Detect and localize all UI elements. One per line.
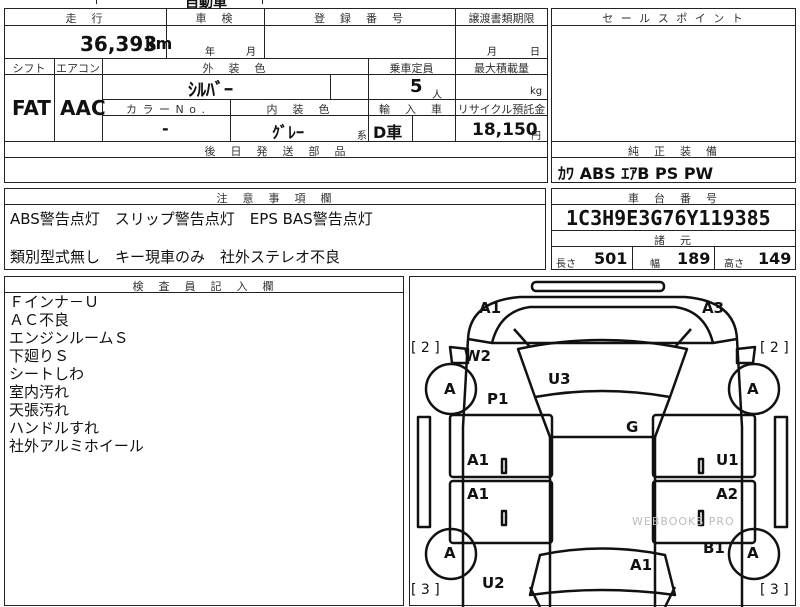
bracket-rear-left: [ 3 ] xyxy=(411,582,440,598)
inspector-notes: Ｆインナ－Ｕ ＡＣ不良 エンジンルームＳ 下廻りＳ シートしわ 室内汚れ 天張汚… xyxy=(9,293,144,455)
chassis-header: 車 台 番 号 xyxy=(628,192,719,205)
inspector-note: ハンドルすれ xyxy=(9,419,100,437)
equipment-value: ｶﾜ ABS ｴｱB PS PW xyxy=(558,164,714,183)
length-value: 501 xyxy=(594,249,628,268)
chassis-number: 1C3H9E3G76Y119385 xyxy=(566,206,771,230)
damage-mark: U1 xyxy=(716,451,739,469)
max-load-header: 最大積載量 xyxy=(474,62,529,75)
damage-mark: A1 xyxy=(467,451,490,469)
damage-mark: U3 xyxy=(548,370,571,388)
car-diagram-box: WEBBOOKS PRO xyxy=(409,276,796,607)
deadline-month-unit: 月 xyxy=(487,47,497,58)
import-value: D車 xyxy=(373,123,403,142)
sales-point-header: セ ー ル ス ポ イ ン ト xyxy=(602,12,745,25)
recycle-unit: 円 xyxy=(531,131,541,142)
notes-line-2: 類別型式無し キー現車のみ 社外ステレオ不良 xyxy=(10,248,341,266)
length-label: 長さ xyxy=(556,259,576,270)
damage-mark: A2 xyxy=(716,485,739,503)
wheel-rear-left-grade: A xyxy=(444,544,456,562)
width-label: 幅 xyxy=(650,259,660,270)
aircon-value: AAC xyxy=(60,96,106,120)
height-value: 149 xyxy=(758,249,792,268)
watermark: WEBBOOKS PRO xyxy=(632,515,735,528)
deadline-day-unit: 日 xyxy=(530,47,540,58)
capacity-header: 乗車定員 xyxy=(389,62,434,75)
inspection-year-unit: 年 xyxy=(205,47,215,58)
color-no-header: カ ラ ー N o . xyxy=(126,103,206,116)
dimensions-header: 諸 元 xyxy=(654,234,693,247)
interior-color-header: 内 装 色 xyxy=(266,103,332,116)
inspector-note: Ｆインナ－Ｕ xyxy=(9,293,100,311)
later-parts-header: 後 日 発 送 部 品 xyxy=(204,145,348,158)
inspector-header: 検 査 員 記 入 欄 xyxy=(132,280,276,293)
shift-value: FAT xyxy=(12,96,51,120)
damage-mark: A1 xyxy=(479,299,502,317)
interior-color-value: ｸﾞﾚｰ xyxy=(272,123,305,142)
damage-mark: W2 xyxy=(464,347,491,365)
interior-color-suffix: 系 xyxy=(357,131,367,142)
inspector-note: 社外アルミホイール xyxy=(9,437,144,455)
exterior-color-header: 外 装 色 xyxy=(202,62,268,75)
inspector-note: ＡＣ不良 xyxy=(9,311,70,329)
inspector-note: 天張汚れ xyxy=(9,401,70,419)
damage-mark: G xyxy=(626,418,639,436)
bracket-rear-right: [ 3 ] xyxy=(760,582,789,598)
car-outline xyxy=(416,280,789,607)
registration-header: 登 録 番 号 xyxy=(314,12,405,25)
width-value: 189 xyxy=(677,249,711,268)
wheel-rear-right-grade: A xyxy=(747,544,759,562)
wheel-front-right-grade: A xyxy=(747,380,759,398)
height-label: 高さ xyxy=(724,259,744,270)
bracket-front-left: [ 2 ] xyxy=(411,340,440,356)
damage-mark: A1 xyxy=(467,485,490,503)
recycle-header: リサイクル預託金 xyxy=(457,103,546,116)
mileage-unit: km xyxy=(145,34,173,53)
mileage-header: 走 行 xyxy=(65,12,105,25)
aircon-header: エアコン xyxy=(56,62,100,75)
damage-mark: A1 xyxy=(630,556,653,574)
damage-mark: A3 xyxy=(702,299,725,317)
capacity-value: 5 xyxy=(410,76,423,97)
max-load-unit: kg xyxy=(530,86,543,97)
inspector-note: 下廻りＳ xyxy=(9,347,70,365)
bracket-front-right: [ 2 ] xyxy=(760,340,789,356)
notes-header: 注 意 事 項 欄 xyxy=(216,192,334,205)
inspector-note: エンジンルームＳ xyxy=(9,329,129,347)
wheel-front-left-grade: A xyxy=(444,380,456,398)
inspector-note: 室内汚れ xyxy=(9,383,70,401)
equipment-header: 純 正 装 備 xyxy=(628,145,719,158)
inspection-header: 車 検 xyxy=(195,12,235,25)
notes-line-1: ABS警告点灯 スリップ警告点灯 EPS BAS警告点灯 xyxy=(10,210,373,228)
inspection-month-unit: 月 xyxy=(246,47,256,58)
recycle-value: 18,150 xyxy=(472,120,538,140)
transfer-deadline-header: 譲渡書類期限 xyxy=(468,12,535,25)
damage-mark: B1 xyxy=(703,539,725,557)
inspector-note: シートしわ xyxy=(9,365,85,383)
damage-mark: U2 xyxy=(482,574,505,592)
color-no-value: - xyxy=(162,119,169,138)
shift-header: シフト xyxy=(12,62,46,75)
damage-mark: P1 xyxy=(487,390,509,408)
import-header: 輸 入 車 xyxy=(379,103,444,116)
